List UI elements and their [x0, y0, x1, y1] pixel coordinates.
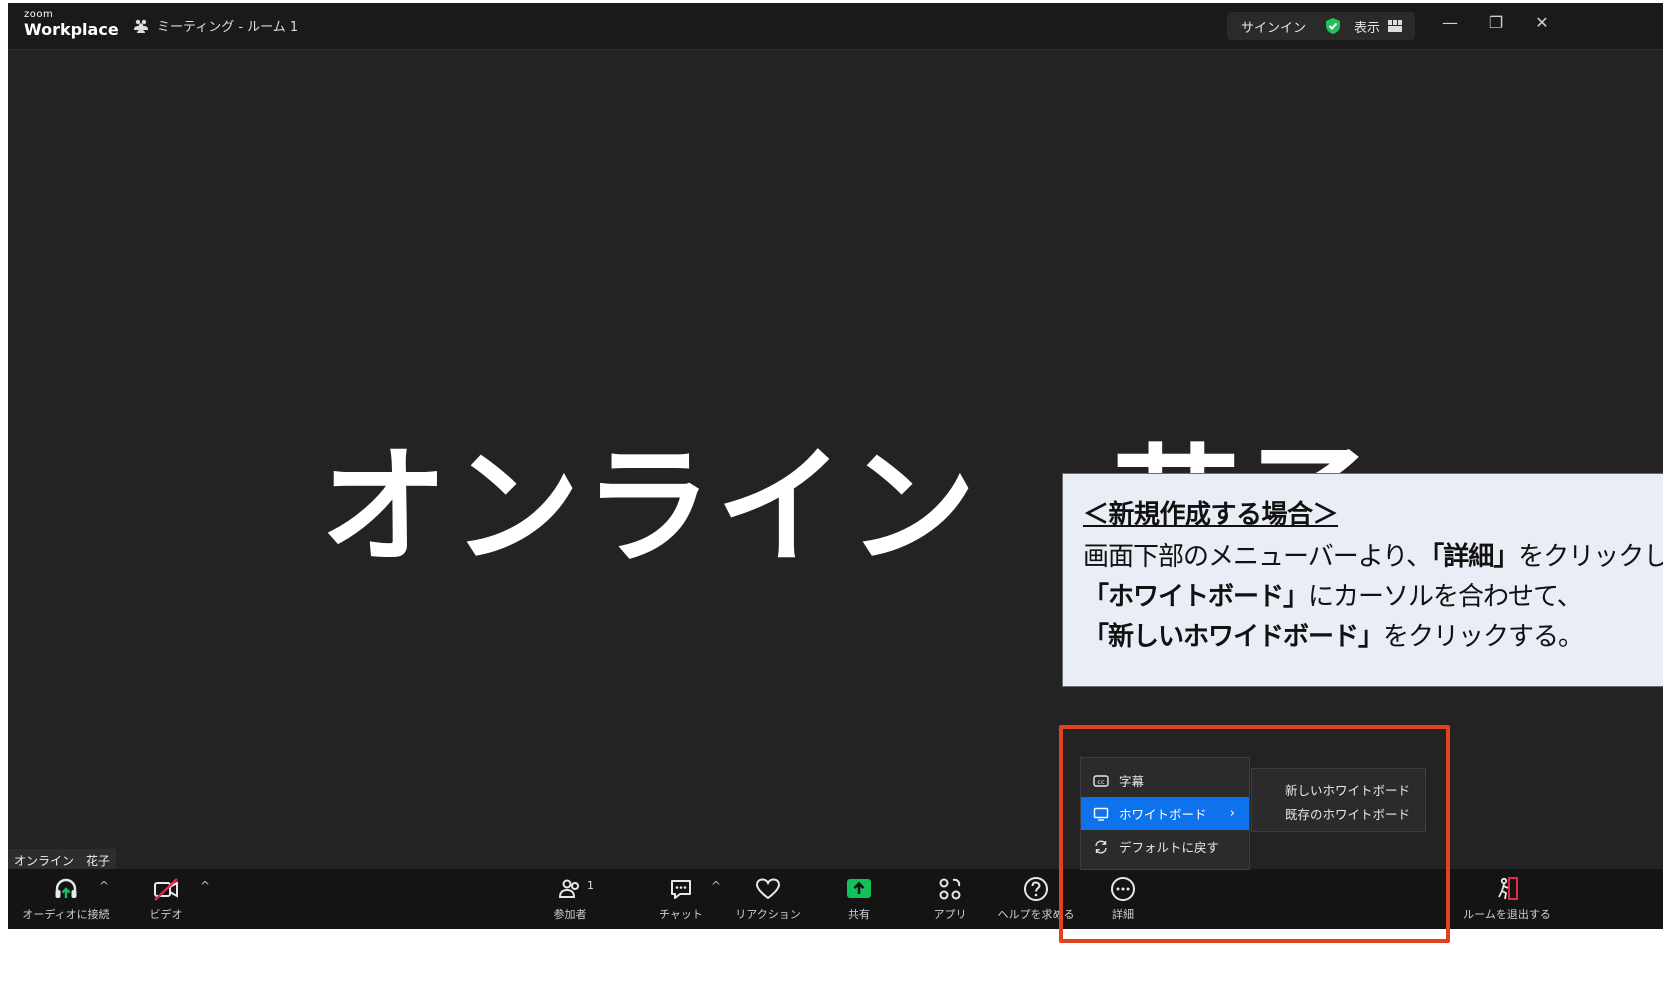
audio-options-caret[interactable]: ^: [99, 879, 109, 893]
apps-icon: [939, 878, 961, 900]
breakout-room-indicator[interactable]: ミーティング - ルーム 1: [133, 16, 298, 35]
callout-line-2-bold: 「ホワイトボード」: [1083, 582, 1309, 612]
close-button[interactable]: ✕: [1530, 13, 1554, 32]
share-button[interactable]: 共有: [814, 875, 904, 922]
gallery-grid-icon[interactable]: [1388, 20, 1403, 32]
leave-room-button[interactable]: ルームを退出する: [1452, 875, 1562, 922]
logo-workplace-text: Workplace: [24, 20, 119, 39]
callout-line-1-pre: 画面下部のメニューバーより、: [1083, 542, 1432, 572]
logo-zoom-text: zoom: [24, 9, 54, 20]
title-bar: zoom Workplace ミーティング - ルーム 1 サインイン 表示 —…: [8, 3, 1663, 50]
callout-line-1-post: をクリックし、: [1518, 542, 1663, 572]
share-screen-icon: [847, 879, 871, 898]
chat-options-caret[interactable]: ^: [711, 879, 721, 893]
headphones-icon: [55, 878, 77, 898]
room-name: ミーティング - ルーム 1: [157, 20, 299, 35]
minimize-button[interactable]: —: [1438, 13, 1462, 32]
share-label: 共有: [848, 908, 870, 921]
leave-room-icon: [1498, 877, 1518, 900]
callout-line-3-post: をクリックする。: [1383, 622, 1584, 652]
apps-label: アプリ: [933, 908, 967, 921]
video-label: ビデオ: [149, 908, 183, 921]
participants-label: 参加者: [553, 908, 587, 921]
help-question-icon: [1024, 877, 1048, 901]
video-off-icon: [154, 878, 178, 901]
callout-line-1: 画面下部のメニューバーより、「詳細」をクリックし、: [1083, 537, 1663, 577]
reactions-label: リアクション: [735, 908, 801, 921]
chat-icon: [671, 880, 691, 899]
callout-line-2-post: にカーソルを合わせて、: [1308, 582, 1583, 612]
titlebar-actions: サインイン 表示: [1227, 12, 1415, 40]
audio-label: オーディオに接続: [22, 908, 110, 921]
zoom-logo: zoom Workplace: [24, 10, 119, 38]
highlight-box: [1059, 725, 1450, 943]
callout-heading: ＜新規作成する場合＞: [1083, 500, 1339, 530]
callout-line-3-bold: 「新しいホワイドボード」: [1083, 622, 1384, 652]
chat-label: チャット: [659, 908, 703, 921]
view-button[interactable]: 表示: [1354, 17, 1380, 36]
callout-line-2: 「ホワイトボード」にカーソルを合わせて、: [1083, 577, 1663, 617]
participants-button[interactable]: 参加者: [525, 875, 615, 922]
video-options-caret[interactable]: ^: [200, 879, 210, 893]
video-button[interactable]: ビデオ: [121, 875, 211, 922]
restore-button[interactable]: ❐: [1484, 13, 1508, 32]
callout-line-1-bold: 「詳細」: [1431, 542, 1519, 572]
callout-line-3: 「新しいホワイドボード」をクリックする。: [1083, 617, 1663, 657]
reactions-button[interactable]: リアクション: [723, 875, 813, 922]
leave-room-label: ルームを退出する: [1463, 908, 1551, 921]
participants-count: 1: [587, 879, 594, 892]
people-icon: [134, 19, 148, 33]
audio-button[interactable]: オーディオに接続: [21, 875, 111, 922]
shield-icon[interactable]: [1324, 17, 1342, 35]
participants-icon: [558, 879, 579, 898]
apps-button[interactable]: アプリ: [905, 875, 995, 922]
sign-in-button[interactable]: サインイン: [1241, 17, 1306, 36]
heart-icon: [755, 878, 781, 900]
instruction-callout: ＜新規作成する場合＞ 画面下部のメニューバーより、「詳細」をクリックし、 「ホワ…: [1062, 473, 1663, 687]
